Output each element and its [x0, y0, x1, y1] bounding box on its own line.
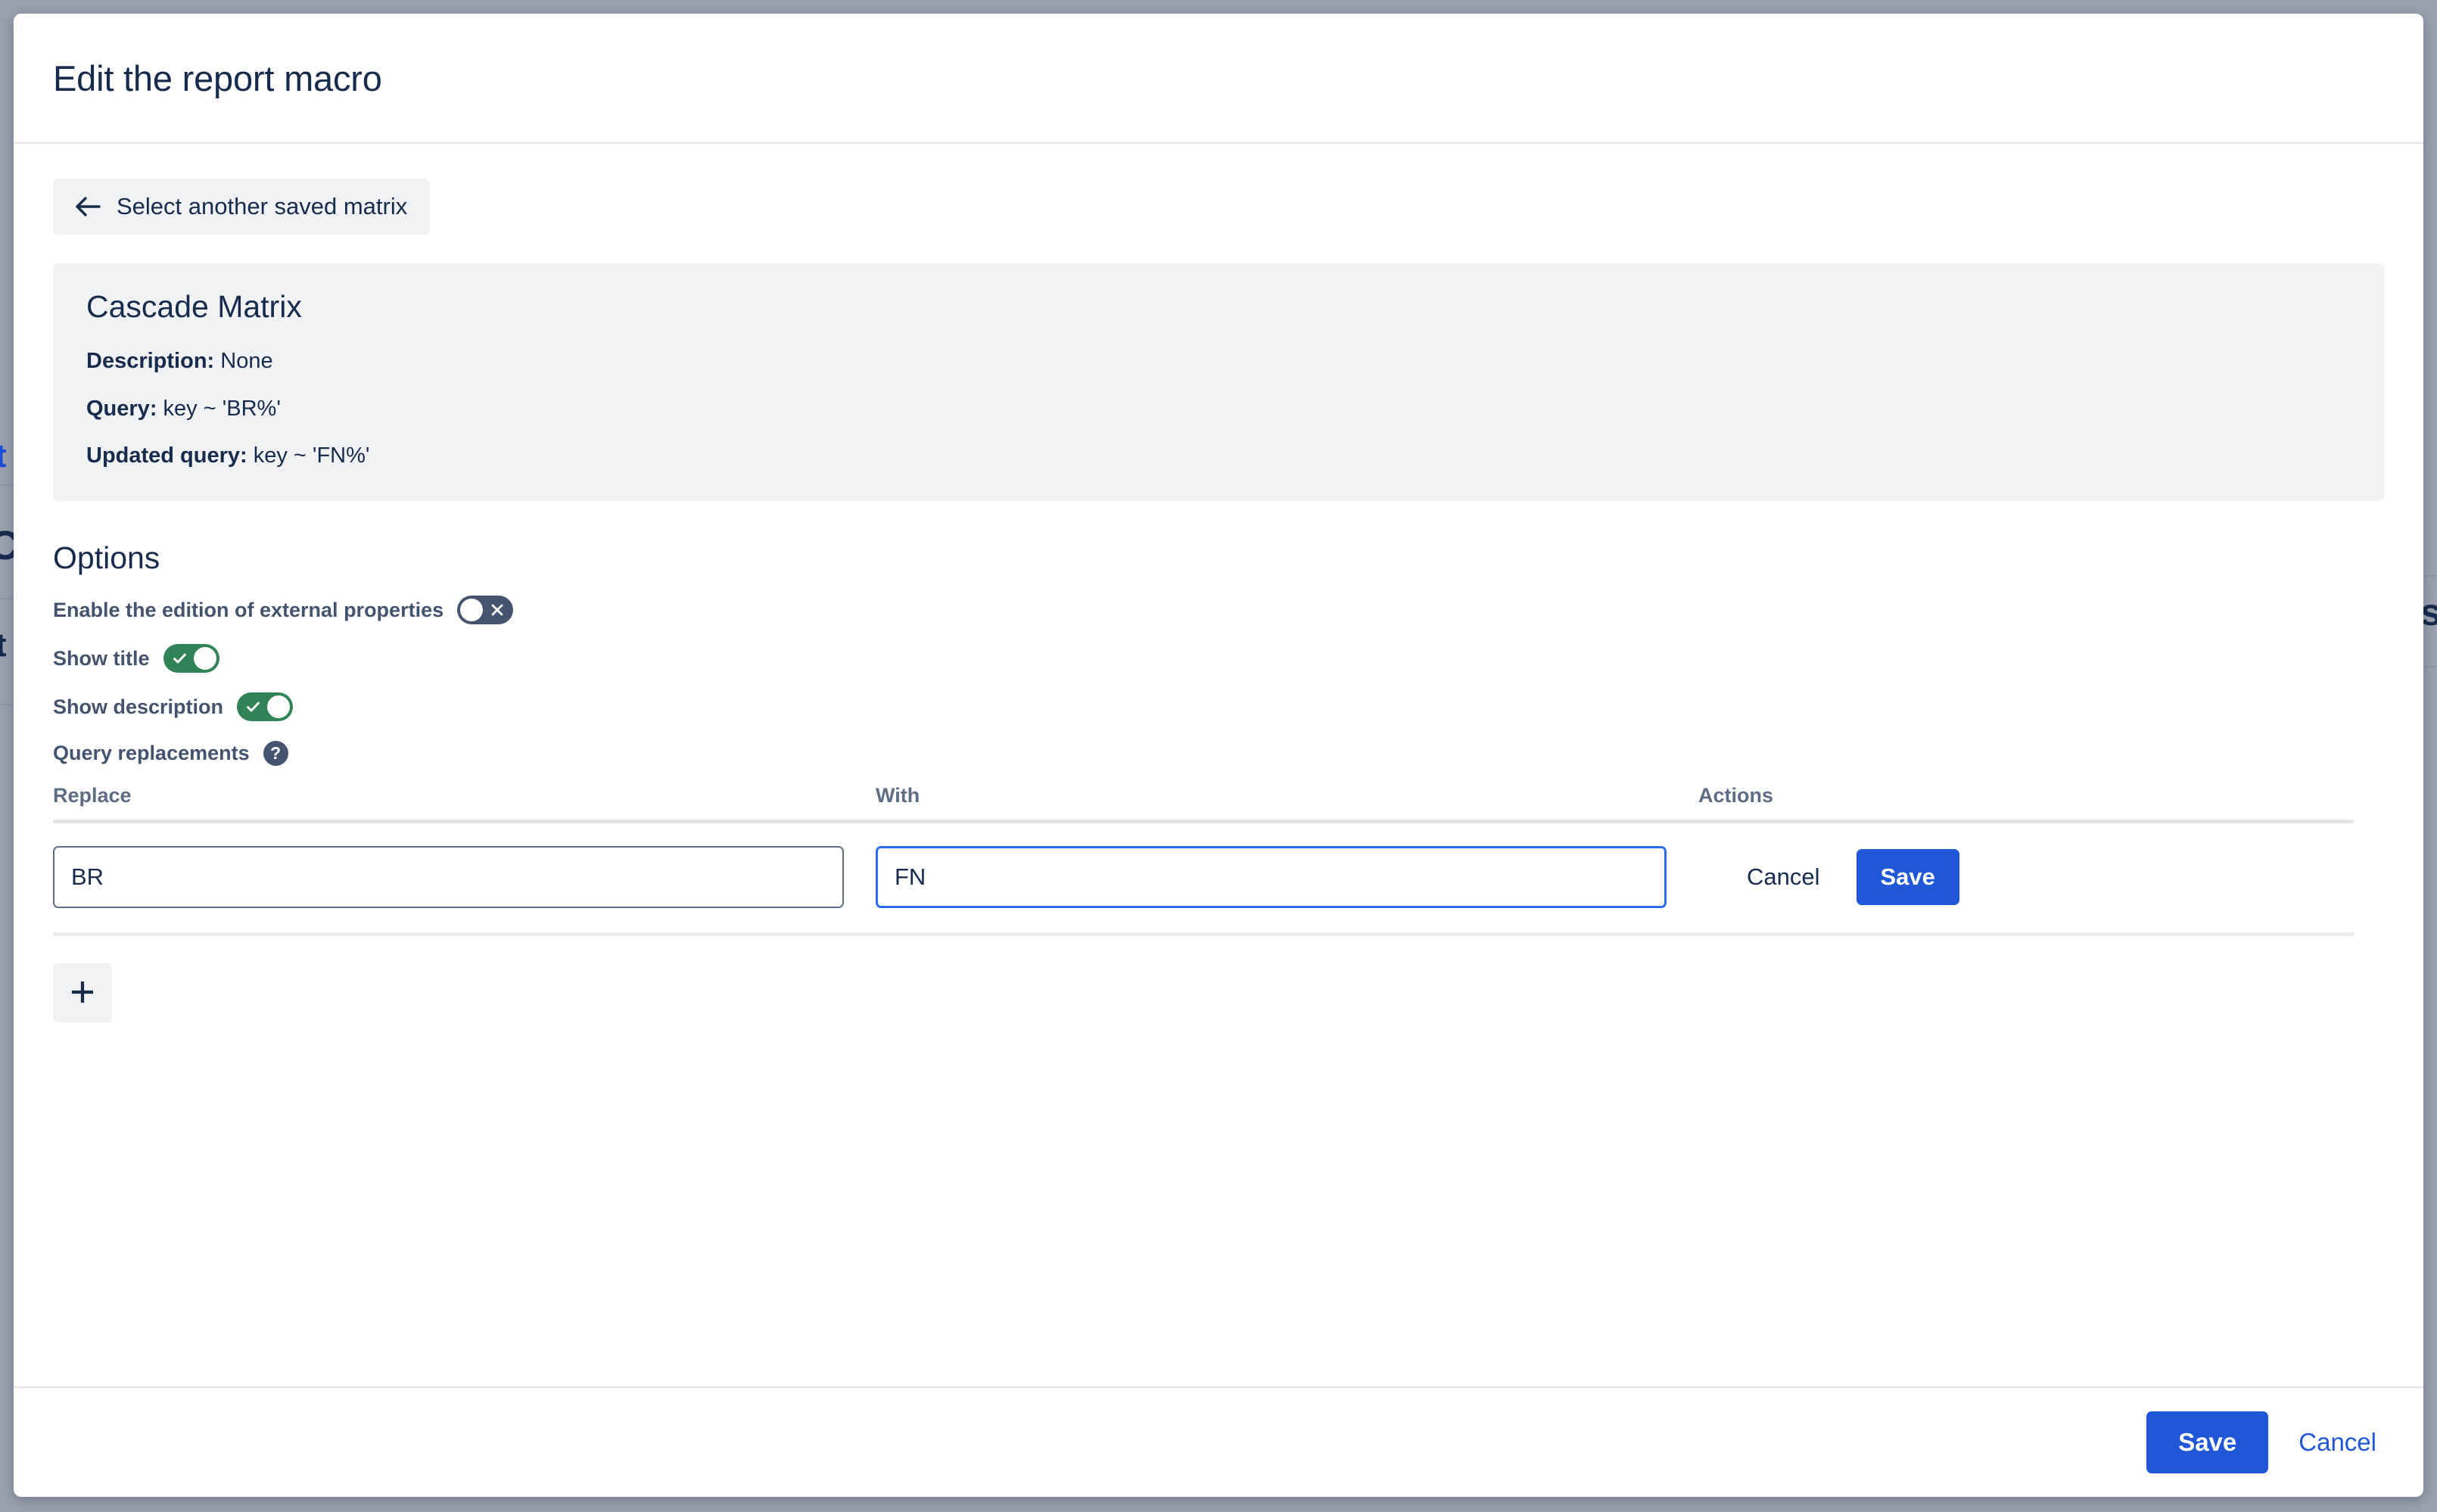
cell-actions: Cancel Save — [1698, 849, 2354, 906]
saved-matrix-info-panel: Cascade Matrix Description: None Query: … — [53, 263, 2384, 502]
info-value-query: key ~ 'BR%' — [163, 396, 281, 421]
replace-input[interactable] — [53, 846, 844, 909]
column-header-actions: Actions — [1698, 784, 1774, 807]
dialog-header: Edit the report macro — [14, 14, 2423, 144]
backdrop-rule — [2423, 575, 2437, 577]
option-row-query-replacements: Query replacements ? — [53, 741, 2384, 767]
toggle-knob — [267, 695, 291, 719]
query-replacements-table: Replace With Actions Cancel Save — [53, 784, 2354, 1023]
row-save-button[interactable]: Save — [1856, 849, 1959, 906]
toggle-show-description[interactable] — [237, 692, 294, 722]
cell-with — [876, 846, 1698, 909]
option-label-show-description: Show description — [53, 695, 224, 718]
info-value-updated-query: key ~ 'FN%' — [253, 443, 370, 468]
toggle-external-properties[interactable] — [457, 596, 514, 625]
cell-replace — [53, 846, 876, 909]
edit-report-macro-dialog: Edit the report macro Select another sav… — [14, 14, 2423, 1497]
row-cancel-button[interactable]: Cancel — [1727, 850, 1840, 904]
option-row-show-title: Show title — [53, 644, 2384, 674]
query-replacements-label: Query replacements — [53, 742, 250, 765]
info-label-query: Query: — [86, 396, 157, 421]
backdrop-rule — [2423, 666, 2437, 667]
option-label-show-title: Show title — [53, 646, 150, 670]
check-icon — [172, 651, 188, 666]
dialog-footer: Save Cancel — [14, 1386, 2423, 1497]
backdrop-text-fragment: t — [0, 627, 7, 664]
column-header-replace: Replace — [53, 784, 132, 807]
info-value-description: None — [220, 349, 273, 373]
cross-icon — [490, 602, 505, 618]
arrow-left-icon — [74, 195, 101, 218]
toggle-show-title[interactable] — [163, 644, 219, 674]
option-label-external-properties: Enable the edition of external propertie… — [53, 598, 444, 621]
check-icon — [245, 699, 261, 714]
options-heading: Options — [53, 540, 160, 576]
info-label-description: Description: — [86, 349, 215, 373]
backdrop-rule — [0, 598, 14, 599]
option-row-external-properties: Enable the edition of external propertie… — [53, 596, 2384, 625]
page-title: Edit the report macro — [53, 58, 382, 98]
back-button-label: Select another saved matrix — [117, 193, 408, 219]
toggle-knob — [460, 599, 484, 622]
dialog-body: Select another saved matrix Cascade Matr… — [14, 144, 2423, 1386]
table-row: Cancel Save — [53, 823, 2354, 937]
table-header-row: Replace With Actions — [53, 784, 2354, 824]
matrix-name: Cascade Matrix — [86, 289, 302, 324]
with-input[interactable] — [876, 846, 1667, 909]
info-row-query: Query: key ~ 'BR%' — [86, 395, 2351, 424]
backdrop-rule — [0, 704, 14, 705]
dialog-save-button[interactable]: Save — [2146, 1411, 2269, 1473]
toggle-knob — [193, 647, 216, 670]
info-label-updated-query: Updated query: — [86, 443, 247, 468]
dialog-cancel-button[interactable]: Cancel — [2294, 1416, 2381, 1469]
backdrop-text-fragment: t — [0, 437, 7, 474]
backdrop-rule — [0, 484, 14, 486]
select-another-saved-matrix-button[interactable]: Select another saved matrix — [53, 179, 431, 235]
info-row-description: Description: None — [86, 347, 2351, 376]
add-replacement-button[interactable] — [53, 963, 112, 1023]
help-icon[interactable]: ? — [263, 741, 288, 767]
option-row-show-description: Show description — [53, 692, 2384, 722]
plus-icon — [67, 977, 98, 1010]
info-row-updated-query: Updated query: key ~ 'FN%' — [86, 442, 2351, 471]
column-header-with: With — [876, 784, 920, 807]
